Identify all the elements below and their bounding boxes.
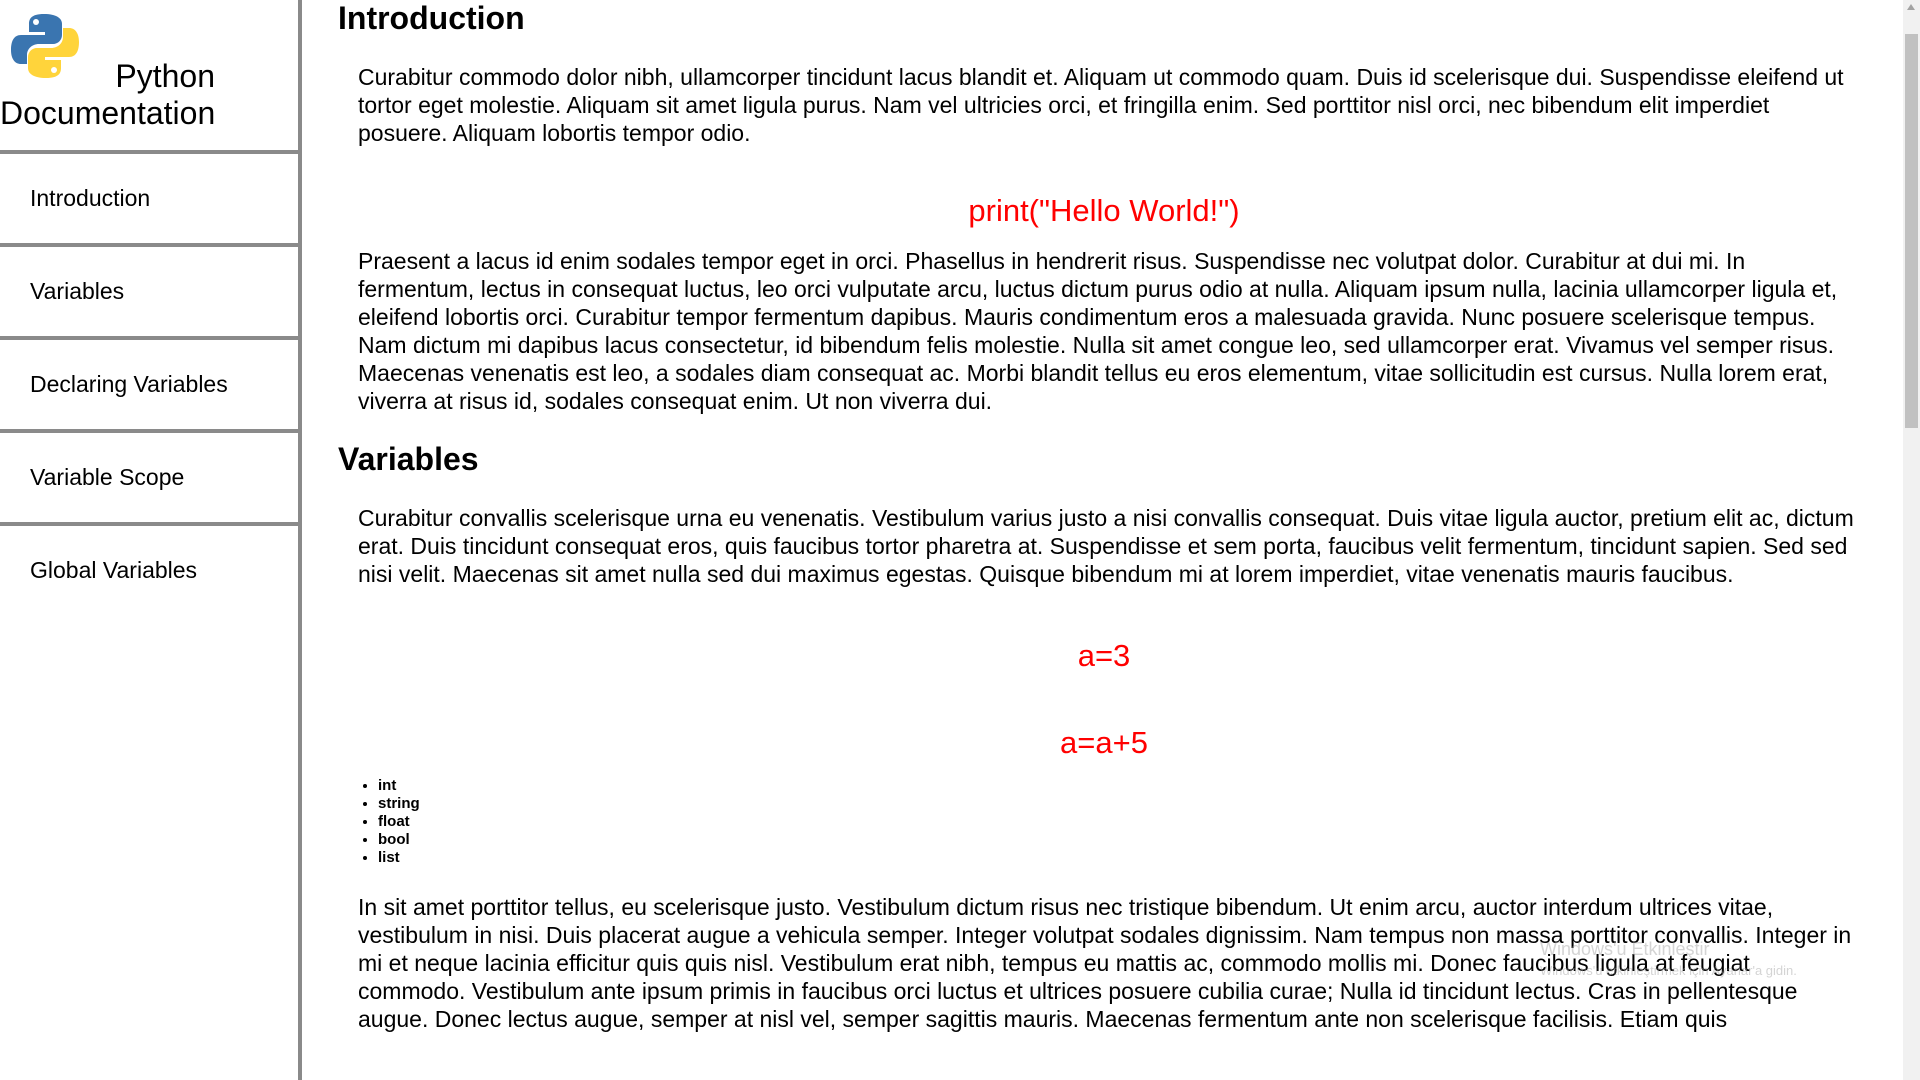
vertical-scrollbar[interactable]: [1903, 0, 1920, 1080]
sidebar-nav: Python Documentation Introduction Variab…: [0, 0, 302, 1080]
windows-activation-watermark: Windows'u Etkinleştir Windows'u etkinleş…: [1540, 938, 1797, 982]
scroll-up-arrow-icon[interactable]: [1907, 4, 1915, 10]
list-item: int: [378, 777, 1850, 795]
sidebar-item-global-variables[interactable]: Global Variables: [0, 526, 298, 615]
sidebar-item-variable-scope[interactable]: Variable Scope: [0, 433, 298, 526]
watermark-line-2: Windows'u etkinleştirmek için Ayarlar'a …: [1540, 963, 1797, 978]
sidebar-header: Python Documentation: [0, 0, 298, 154]
page: Python Documentation Introduction Variab…: [0, 0, 1920, 1080]
list-item: bool: [378, 831, 1850, 849]
section-title-variables: Variables: [338, 441, 479, 477]
section-introduction: Introduction Curabitur commodo dolor nib…: [338, 0, 1850, 415]
code-a-equals-a-plus-5: a=a+5: [1060, 725, 1148, 760]
scrollbar-thumb[interactable]: [1905, 34, 1918, 428]
list-item: string: [378, 795, 1850, 813]
sidebar-item-variables[interactable]: Variables: [0, 247, 298, 340]
list-item: list: [378, 849, 1850, 867]
code-hello-world: print("Hello World!"): [968, 193, 1240, 228]
variables-paragraph-1: Curabitur convallis scelerisque urna eu …: [358, 505, 1854, 587]
main-content: Introduction Curabitur commodo dolor nib…: [338, 0, 1854, 1080]
watermark-line-1: Windows'u Etkinleştir: [1540, 939, 1710, 959]
sidebar-item-introduction[interactable]: Introduction: [0, 154, 298, 247]
section-title-introduction: Introduction: [338, 0, 525, 36]
intro-paragraph-1: Curabitur commodo dolor nibh, ullamcorpe…: [358, 64, 1844, 146]
sidebar-item-declaring-variables[interactable]: Declaring Variables: [0, 340, 298, 433]
code-a-equals-3: a=3: [1077, 638, 1131, 673]
list-item: float: [378, 813, 1850, 831]
sidebar-title: Python Documentation: [0, 58, 216, 131]
intro-paragraph-2: Praesent a lacus id enim sodales tempor …: [358, 248, 1838, 414]
variable-types-list: int string float bool list: [338, 777, 1850, 867]
